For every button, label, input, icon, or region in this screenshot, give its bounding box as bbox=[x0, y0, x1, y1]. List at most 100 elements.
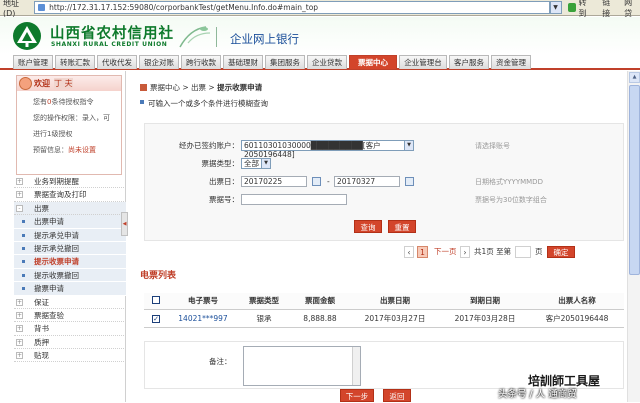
bank-name-cn: 山西省农村信用社 bbox=[50, 25, 174, 42]
nav-tab[interactable]: 账户管理 bbox=[13, 55, 53, 69]
current-page[interactable]: 1 bbox=[417, 246, 428, 258]
sidebar-item[interactable]: + 票据查询及打印 bbox=[14, 188, 126, 202]
links-button[interactable]: 链接 bbox=[602, 0, 618, 19]
page-confirm-button[interactable]: 确定 bbox=[547, 246, 575, 258]
expand-icon[interactable]: + bbox=[16, 178, 23, 185]
bullet-icon bbox=[22, 220, 25, 224]
next-page-button[interactable]: › bbox=[460, 246, 470, 258]
bank-name-en: SHANXI RURAL CREDIT UNION bbox=[51, 41, 168, 48]
table-cell-issue-date: 2017年03月27日 bbox=[350, 309, 440, 328]
sidebar-menu: + 业务到期提醒 + 票据查询及打印 - 出票出票申请 提示承兑申请 提示承兑撤回 提示收票申请… bbox=[14, 175, 126, 363]
sidebar-item-label: 出票 bbox=[34, 203, 49, 213]
expand-icon[interactable]: + bbox=[16, 325, 23, 333]
nav-tab[interactable]: 代收代发 bbox=[97, 55, 137, 69]
breadcrumb: 票据中心 > 出票 > 提示收票申请 bbox=[140, 82, 262, 93]
url-input[interactable]: http://172.31.17.152:59080/corporbankTes… bbox=[34, 1, 550, 14]
sidebar-subitem[interactable]: 提示承兑撤回 bbox=[14, 241, 126, 256]
sidebar-item[interactable]: + 业务到期提醒 bbox=[14, 175, 126, 189]
sidebar-item-label: 提示承兑撤回 bbox=[34, 243, 79, 253]
sidebar-item[interactable]: - 出票 bbox=[14, 201, 126, 216]
back-button[interactable]: 返回 bbox=[383, 389, 411, 402]
nav-tab[interactable]: 票据中心 bbox=[349, 55, 397, 69]
type-value: 全部 bbox=[244, 159, 259, 168]
breadcrumb-current: 提示收票申请 bbox=[217, 83, 263, 92]
prev-page-button[interactable]: ‹ bbox=[404, 246, 414, 258]
page-scrollbar[interactable]: ▲ bbox=[627, 71, 640, 402]
reserved-info-text: 预留信息：尚未设置 bbox=[17, 145, 121, 155]
expand-icon[interactable]: + bbox=[16, 191, 23, 199]
sidebar-item-label: 提示收票申请 bbox=[34, 257, 79, 267]
remark-label: 备注： bbox=[209, 357, 232, 366]
scroll-up-icon[interactable]: ▲ bbox=[629, 72, 640, 83]
expand-icon[interactable]: + bbox=[16, 352, 23, 360]
bill-number-link[interactable]: 14021***997 bbox=[168, 309, 238, 328]
reset-button[interactable]: 重置 bbox=[388, 220, 416, 233]
permission-text: 您的操作权限：录入，可 bbox=[33, 114, 110, 122]
nav-tab[interactable]: 企业管理台 bbox=[399, 55, 447, 69]
sidebar-item-label: 提示收票撤回 bbox=[34, 270, 79, 280]
sidebar-subitem[interactable]: 提示收票撤回 bbox=[14, 268, 126, 283]
calendar-icon[interactable] bbox=[312, 177, 321, 186]
nav-tab[interactable]: 企业贷款 bbox=[307, 55, 347, 69]
date-note: 日期格式YYYYMMDD bbox=[475, 178, 543, 186]
go-button[interactable]: 转到 bbox=[567, 0, 595, 19]
sidebar-item[interactable]: + 贴现 bbox=[14, 349, 126, 363]
type-select[interactable]: 全部 ▼ bbox=[241, 158, 271, 169]
extra-link[interactable]: 网贷 bbox=[624, 0, 640, 19]
user-info-header: 欢迎 丁 夫 bbox=[17, 76, 121, 91]
scroll-thumb[interactable] bbox=[629, 85, 640, 275]
nav-tab[interactable]: 客户服务 bbox=[449, 55, 489, 69]
textarea-scrollbar[interactable] bbox=[352, 347, 360, 385]
nav-tab[interactable]: 基础理财 bbox=[223, 55, 263, 69]
header-leaf-decoration-icon bbox=[179, 26, 211, 48]
sidebar-item-label: 出票申请 bbox=[34, 217, 64, 227]
query-button[interactable]: 查询 bbox=[354, 220, 382, 233]
expand-icon[interactable]: + bbox=[16, 338, 23, 346]
list-title: 电票列表 bbox=[140, 271, 177, 281]
search-form: 经办已签约账户： 60110301030000█████████[客户20501… bbox=[144, 123, 624, 241]
account-select[interactable]: 60110301030000█████████[客户2050196448] ▼ bbox=[241, 140, 414, 159]
next-page-link[interactable]: 下一页 bbox=[434, 246, 457, 258]
page-number-input[interactable] bbox=[515, 246, 531, 258]
table-cell-drawer: 客户2050196448 bbox=[530, 309, 624, 328]
sidebar-collapse-button[interactable]: ◀ bbox=[121, 212, 128, 236]
sidebar-item[interactable]: + 票据查验 bbox=[14, 309, 126, 323]
date-separator: - bbox=[327, 177, 330, 186]
bank-logo-icon bbox=[13, 22, 41, 50]
bill-number-input[interactable] bbox=[241, 194, 347, 205]
sidebar-item[interactable]: + 保证 bbox=[14, 296, 126, 309]
next-step-button[interactable]: 下一步 bbox=[340, 389, 374, 402]
date-to-input[interactable]: 20170327 bbox=[334, 176, 400, 187]
sidebar-item-label: 票据查验 bbox=[34, 310, 64, 320]
row-checkbox[interactable]: ✓ bbox=[152, 314, 160, 323]
sidebar-item[interactable]: + 背书 bbox=[14, 322, 126, 336]
nav-tab[interactable]: 集团服务 bbox=[265, 55, 305, 69]
nav-tab[interactable]: 银企对账 bbox=[139, 55, 179, 69]
expand-icon[interactable]: + bbox=[16, 311, 23, 319]
sidebar-subitem[interactable]: 提示收票申请 bbox=[14, 255, 126, 269]
nav-tab[interactable]: 转账汇款 bbox=[55, 55, 95, 69]
expand-icon[interactable]: + bbox=[16, 298, 23, 306]
reserved-info-link[interactable]: 尚未设置 bbox=[68, 146, 96, 154]
sidebar-item[interactable]: + 质押 bbox=[14, 336, 126, 350]
nav-tab[interactable]: 跨行收款 bbox=[181, 55, 221, 69]
remark-textarea[interactable] bbox=[243, 346, 361, 386]
calendar-icon[interactable] bbox=[405, 177, 414, 186]
select-all-header[interactable] bbox=[144, 293, 168, 310]
collapse-icon[interactable]: - bbox=[16, 204, 23, 212]
sidebar-subitem[interactable]: 提示承兑申请 bbox=[14, 228, 126, 242]
pending-suffix: 条待授权指令 bbox=[51, 98, 94, 106]
bullet-icon bbox=[22, 233, 25, 237]
url-dropdown-button[interactable]: ▼ bbox=[549, 1, 562, 14]
nav-tab[interactable]: 资金管理 bbox=[491, 55, 531, 69]
pending-auth-text[interactable]: 您有0条待授权指令 bbox=[17, 97, 121, 107]
row-select-cell: ✓ bbox=[144, 309, 168, 328]
go-label: 转到 bbox=[578, 0, 587, 18]
product-title: 企业网上银行 bbox=[230, 32, 299, 46]
go-arrow-icon bbox=[567, 3, 577, 12]
select-all-checkbox[interactable] bbox=[152, 295, 160, 304]
sidebar-subitem[interactable]: 出票申请 bbox=[14, 215, 126, 229]
sidebar-subitem[interactable]: 撤票申请 bbox=[14, 282, 126, 296]
date-from-input[interactable]: 20170225 bbox=[241, 176, 307, 187]
bullet-icon bbox=[22, 273, 25, 277]
